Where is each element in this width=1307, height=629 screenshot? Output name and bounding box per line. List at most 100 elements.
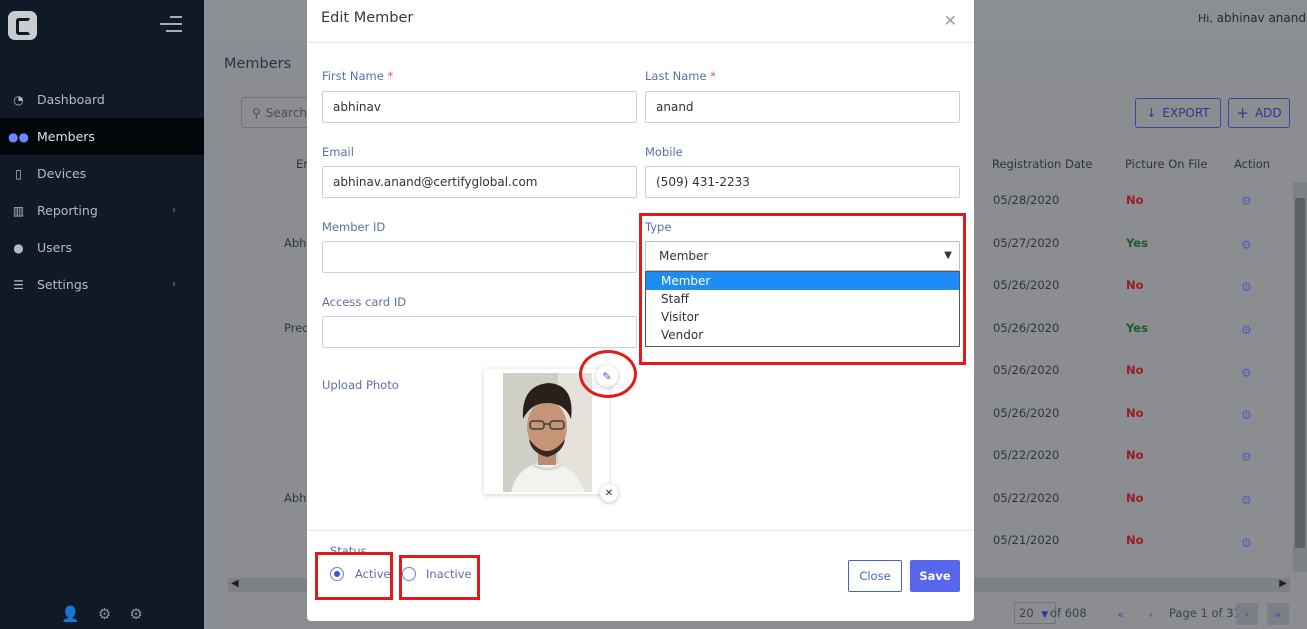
first-name-field[interactable]: abhinav <box>322 91 637 123</box>
total-count: of 608 <box>1050 606 1087 620</box>
table-cell-picture: No <box>1126 278 1144 292</box>
greeting-prefix: Hi, <box>1198 12 1213 25</box>
user-icon: ● <box>13 240 24 255</box>
table-cell-picture: No <box>1126 193 1144 207</box>
table-cell-date: 05/26/2020 <box>993 406 1060 420</box>
active-annotation-box <box>315 552 393 600</box>
modal-header: Edit Member ✕ <box>307 0 974 43</box>
table-cell-date: 05/22/2020 <box>993 491 1060 505</box>
row-settings-gear-icon[interactable]: ⚙ <box>1241 194 1252 208</box>
row-settings-gear-icon[interactable]: ⚙ <box>1241 323 1252 337</box>
column-header-registration-date[interactable]: Registration Date <box>992 157 1093 171</box>
arrow-down-icon: ↓ <box>1146 106 1157 120</box>
chevron-right-icon: › <box>172 279 176 290</box>
first-name-label-text: First Name <box>322 69 384 83</box>
member-photo <box>503 373 592 492</box>
last-name-label-text: Last Name <box>645 69 707 83</box>
plus-icon: + <box>1236 104 1249 122</box>
row-settings-gear-icon[interactable]: ⚙ <box>1241 536 1252 550</box>
close-button[interactable]: Close <box>848 560 902 592</box>
table-cell-date: 05/26/2020 <box>993 278 1060 292</box>
sidebar-nav: ◔ Dashboard ●● Members ▯ Devices ▥ Repor… <box>0 81 204 303</box>
email-label: Email <box>322 145 354 159</box>
email-field[interactable]: abhinav.anand@certifyglobal.com <box>322 166 637 198</box>
last-page-button[interactable]: » <box>1267 603 1289 625</box>
gear-icon[interactable]: ⚙ <box>129 605 142 623</box>
upload-photo-label: Upload Photo <box>322 378 399 392</box>
type-annotation-box <box>639 213 966 365</box>
members-icon: ●● <box>8 129 29 144</box>
member-id-label: Member ID <box>322 220 386 234</box>
prev-page-button[interactable]: ‹ <box>1140 603 1162 625</box>
mobile-label: Mobile <box>645 145 683 159</box>
sidebar: ◔ Dashboard ●● Members ▯ Devices ▥ Repor… <box>0 0 204 629</box>
table-cell-picture: No <box>1126 533 1144 547</box>
export-button[interactable]: ↓ EXPORT <box>1135 98 1221 128</box>
column-header-picture-on-file[interactable]: Picture On File <box>1125 157 1207 171</box>
sidebar-item-label: Members <box>37 129 95 144</box>
access-card-label: Access card ID <box>322 295 407 309</box>
page-title: Members <box>224 56 292 72</box>
sidebar-item-devices[interactable]: ▯ Devices <box>0 155 204 192</box>
save-button[interactable]: Save <box>910 560 960 592</box>
sidebar-item-label: Devices <box>37 166 87 181</box>
row-settings-gear-icon[interactable]: ⚙ <box>1241 408 1252 422</box>
table-cell-picture: No <box>1126 448 1144 462</box>
access-card-field[interactable] <box>322 316 637 348</box>
vertical-scrollbar[interactable] <box>1293 182 1307 572</box>
search-placeholder: Search <box>265 105 308 120</box>
row-settings-gear-icon[interactable]: ⚙ <box>1241 280 1252 294</box>
table-cell-date: 05/26/2020 <box>993 321 1060 335</box>
caret-down-icon: ▼ <box>1041 610 1049 620</box>
table-cell-picture: No <box>1126 406 1144 420</box>
sidebar-item-label: Dashboard <box>37 92 105 107</box>
modal-title: Edit Member <box>321 10 414 26</box>
scroll-left-icon[interactable]: ◀ <box>231 578 239 589</box>
table-cell-picture: No <box>1126 491 1144 505</box>
page-indicator: Page 1 of 31 <box>1169 606 1241 620</box>
sidebar-item-settings[interactable]: ☰ Settings › <box>0 266 204 303</box>
page-size-value: 20 <box>1019 606 1034 620</box>
table-cell-partial: Abhi <box>284 491 310 505</box>
scroll-right-icon[interactable]: ▶ <box>1279 578 1287 589</box>
user-settings-icon[interactable]: 👤 <box>61 605 80 623</box>
table-cell-picture: Yes <box>1126 236 1148 250</box>
gears-icon[interactable]: ⚙ <box>98 605 111 623</box>
sidebar-item-users[interactable]: ● Users <box>0 229 204 266</box>
edit-photo-annotation-circle <box>579 350 637 398</box>
table-cell-date: 05/28/2020 <box>993 193 1060 207</box>
next-page-button[interactable]: › <box>1236 603 1258 625</box>
add-button[interactable]: + ADD <box>1228 98 1290 128</box>
first-name-label: First Name * <box>322 69 393 83</box>
row-settings-gear-icon[interactable]: ⚙ <box>1241 450 1252 464</box>
close-icon[interactable]: ✕ <box>944 11 957 30</box>
last-name-field[interactable]: anand <box>645 91 960 123</box>
table-cell-date: 05/21/2020 <box>993 533 1060 547</box>
inactive-annotation-box <box>399 555 480 600</box>
row-settings-gear-icon[interactable]: ⚙ <box>1241 238 1252 252</box>
app-logo[interactable] <box>8 11 37 40</box>
settings-sliders-icon: ☰ <box>13 277 24 292</box>
user-greeting[interactable]: Hi, abhinav anand <box>1198 11 1306 25</box>
user-name: abhinav anand <box>1216 11 1306 25</box>
mobile-field[interactable]: (509) 431-2233 <box>645 166 960 198</box>
sidebar-item-reporting[interactable]: ▥ Reporting › <box>0 192 204 229</box>
table-cell-date: 05/27/2020 <box>993 236 1060 250</box>
table-cell-picture: Yes <box>1126 321 1148 335</box>
member-id-field[interactable] <box>322 241 637 273</box>
last-name-label: Last Name * <box>645 69 716 83</box>
row-settings-gear-icon[interactable]: ⚙ <box>1241 493 1252 507</box>
remove-photo-close-icon[interactable]: ✕ <box>600 484 618 502</box>
sidebar-item-dashboard[interactable]: ◔ Dashboard <box>0 81 204 118</box>
sidebar-item-label: Users <box>37 240 73 255</box>
row-settings-gear-icon[interactable]: ⚙ <box>1241 366 1252 380</box>
table-cell-picture: No <box>1126 363 1144 377</box>
first-page-button[interactable]: « <box>1110 603 1132 625</box>
reporting-icon: ▥ <box>12 203 25 218</box>
hamburger-menu-icon[interactable] <box>160 16 182 34</box>
search-icon: ⚲ <box>252 105 261 120</box>
table-cell-date: 05/22/2020 <box>993 448 1060 462</box>
table-cell-date: 05/26/2020 <box>993 363 1060 377</box>
sidebar-item-members[interactable]: ●● Members <box>0 118 204 155</box>
sidebar-footer: 👤 ⚙ ⚙ <box>0 605 204 623</box>
